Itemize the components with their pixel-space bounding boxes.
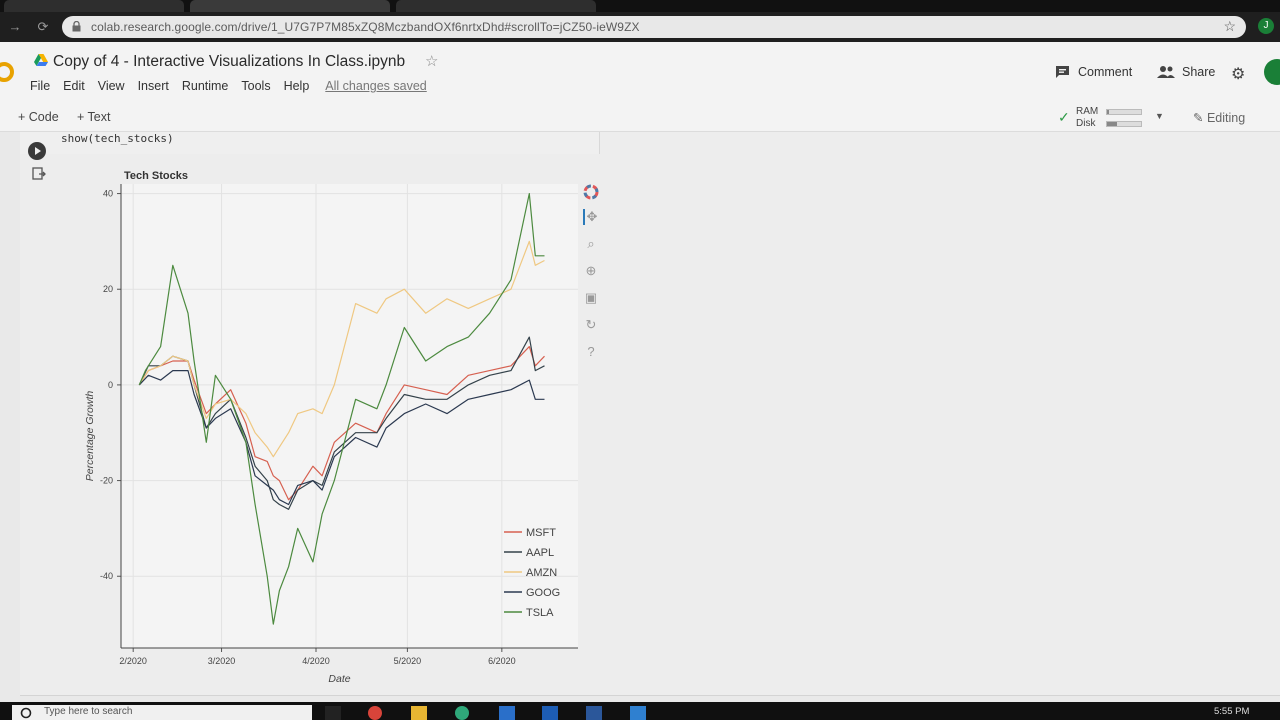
browser-tab-active[interactable] xyxy=(190,0,390,12)
disk-usage-bar xyxy=(1106,121,1142,127)
star-icon[interactable]: ☆ xyxy=(425,52,438,70)
reload-icon[interactable]: ⟳ xyxy=(34,18,52,36)
ram-usage-bar xyxy=(1106,109,1142,115)
share-people-icon[interactable] xyxy=(1157,66,1175,78)
browser-tab[interactable] xyxy=(396,0,596,12)
colab-logo-icon[interactable] xyxy=(0,62,14,82)
save-status[interactable]: All changes saved xyxy=(325,79,426,95)
y-tick-label: 0 xyxy=(108,380,113,390)
lock-icon xyxy=(72,21,81,32)
save-tool-icon[interactable]: ▣ xyxy=(583,290,599,306)
reset-tool-icon[interactable]: ↻ xyxy=(583,317,599,333)
add-code-button[interactable]: + Code xyxy=(18,110,59,124)
share-button[interactable]: Share xyxy=(1182,65,1215,79)
taskbar-search-box[interactable]: Type here to search xyxy=(12,705,312,720)
y-tick-label: -20 xyxy=(100,476,113,486)
editing-mode-button[interactable]: ✎ Editing xyxy=(1193,110,1245,125)
legend-label-msft: MSFT xyxy=(526,527,556,539)
connected-check-icon: ✓ xyxy=(1058,109,1070,125)
browser-tab[interactable] xyxy=(4,0,184,12)
settings-gear-icon[interactable]: ⚙ xyxy=(1231,64,1245,84)
disk-usage-fill xyxy=(1107,122,1118,126)
x-tick-label: 2/2020 xyxy=(119,656,147,666)
notebook-title[interactable]: Copy of 4 - Interactive Visualizations I… xyxy=(53,53,405,71)
x-tick-label: 4/2020 xyxy=(302,656,330,666)
url-text: colab.research.google.com/drive/1_U7G7P7… xyxy=(91,20,640,34)
bokeh-logo-icon[interactable] xyxy=(583,184,599,200)
legend-label-goog: GOOG xyxy=(526,587,560,599)
search-icon xyxy=(20,707,32,719)
address-bar[interactable]: colab.research.google.com/drive/1_U7G7P7… xyxy=(62,16,1246,38)
vscode-icon[interactable] xyxy=(630,706,646,720)
menu-help[interactable]: Help xyxy=(284,79,310,95)
pencil-icon: ✎ xyxy=(1193,111,1204,125)
ram-usage-fill xyxy=(1107,110,1109,114)
google-drive-icon xyxy=(34,54,48,66)
x-tick-label: 3/2020 xyxy=(208,656,236,666)
line-chart[interactable]: 40 20 0 -20 -40 2/2020 3/2020 4/2020 5/2020 6/202… xyxy=(58,160,578,688)
legend-label-amzn: AMZN xyxy=(526,567,557,579)
menu-file[interactable]: File xyxy=(30,79,50,95)
y-tick-label: 40 xyxy=(103,189,113,199)
file-explorer-icon[interactable] xyxy=(411,706,427,720)
forward-icon[interactable]: → xyxy=(6,18,24,36)
browser-profile-avatar[interactable]: J xyxy=(1258,18,1274,34)
chrome-icon[interactable] xyxy=(368,706,382,720)
plot-area xyxy=(121,184,578,648)
comment-button[interactable]: Comment xyxy=(1078,65,1132,79)
chevron-down-icon[interactable]: ▼ xyxy=(1155,111,1164,121)
menu-edit[interactable]: Edit xyxy=(63,79,85,95)
taskbar-clock: 5:55 PM xyxy=(1214,706,1250,717)
y-tick-label: 20 xyxy=(103,284,113,294)
menu-runtime[interactable]: Runtime xyxy=(182,79,229,95)
ram-label: RAM xyxy=(1076,106,1099,117)
task-view-icon[interactable] xyxy=(325,706,341,720)
output-menu-icon[interactable] xyxy=(32,167,46,181)
menu-insert[interactable]: Insert xyxy=(138,79,169,95)
windows-taskbar: Type here to search 5:55 PM xyxy=(0,702,1280,720)
comment-icon[interactable] xyxy=(1055,65,1070,79)
notebook-toolbar: + Code + Text ✓ RAM Disk ▼ ✎ Editing xyxy=(0,102,1280,132)
legend-label-aapl: AAPL xyxy=(526,547,554,559)
editing-label: Editing xyxy=(1206,111,1246,125)
legend-label-tsla: TSLA xyxy=(526,607,554,619)
y-axis-label: Percentage Growth xyxy=(84,391,96,482)
code-text: show(tech_stocks) xyxy=(61,132,174,145)
menu-tools[interactable]: Tools xyxy=(241,79,270,95)
chart-title: Tech Stocks xyxy=(124,170,188,182)
chart-toolbar: ✥ ⌕ ⊕ ▣ ↻ ? xyxy=(579,184,605,364)
outlook-icon[interactable] xyxy=(542,706,558,720)
x-tick-label: 5/2020 xyxy=(394,656,422,666)
notebook-cell: show(tech_stocks) 40 20 0 -20 -40 2/2020 3/202… xyxy=(20,132,1280,696)
wheel-zoom-icon[interactable]: ⊕ xyxy=(583,263,599,279)
zoom-tool-icon[interactable]: ⌕ xyxy=(583,236,599,252)
screen: → ⟳ colab.research.google.com/drive/1_U7… xyxy=(0,0,1280,720)
word-icon[interactable] xyxy=(586,706,602,720)
add-text-button[interactable]: + Text xyxy=(77,110,110,124)
user-avatar[interactable] xyxy=(1264,59,1280,85)
ram-disk-indicator[interactable]: ✓ RAM Disk ▼ xyxy=(1058,104,1168,130)
disk-label: Disk xyxy=(1076,118,1096,129)
app-icon[interactable] xyxy=(499,706,515,720)
browser-tab-strip xyxy=(0,0,1280,12)
help-tool-icon[interactable]: ? xyxy=(583,344,599,360)
y-tick-label: -40 xyxy=(100,571,113,581)
x-axis-label: Date xyxy=(328,673,350,685)
edge-icon[interactable] xyxy=(455,706,469,720)
code-cell-input[interactable]: show(tech_stocks) xyxy=(20,132,600,154)
colab-header: Copy of 4 - Interactive Visualizations I… xyxy=(0,42,1280,102)
pan-tool-icon[interactable]: ✥ xyxy=(583,209,599,225)
x-tick-label: 6/2020 xyxy=(488,656,516,666)
chart-output: 40 20 0 -20 -40 2/2020 3/2020 4/2020 5/2020 6/202… xyxy=(58,160,618,688)
run-cell-button[interactable] xyxy=(28,142,46,160)
menu-bar: File Edit View Insert Runtime Tools Help… xyxy=(30,79,427,95)
taskbar-search-placeholder: Type here to search xyxy=(44,706,133,717)
menu-view[interactable]: View xyxy=(98,79,125,95)
bookmark-star-icon[interactable]: ☆ xyxy=(1223,18,1236,35)
